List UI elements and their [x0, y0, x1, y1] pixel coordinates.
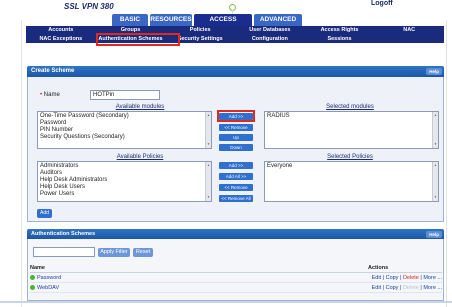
available-modules-list[interactable]: One-Time Password (Secondary) Password P… [37, 111, 212, 149]
row-actions: Edit | Copy | Delete | More ... [371, 275, 442, 281]
highlight-authentication-schemes [96, 33, 180, 46]
list-item[interactable]: Auditors [40, 170, 209, 177]
nav-configuration[interactable]: Configuration [235, 35, 305, 43]
list-item[interactable]: Password [40, 120, 209, 127]
status-ok-icon [30, 285, 35, 291]
help-button[interactable]: Help [426, 230, 442, 238]
more-link[interactable]: More ... [423, 285, 442, 291]
brand-logo: SSL VPN 380 [64, 2, 114, 11]
scrollbar[interactable] [432, 162, 438, 201]
reset-button[interactable]: Reset [133, 248, 153, 257]
frame-left-edge [21, 20, 22, 307]
nav-empty [374, 35, 444, 43]
list-item[interactable]: One-Time Password (Secondary) [40, 113, 209, 120]
selected-policies-list[interactable]: Everyone [264, 161, 439, 202]
list-item[interactable]: Security Questions (Secondary) [40, 134, 209, 141]
tab-access-control[interactable]: ACCESS CONTROL [194, 14, 252, 35]
filter-input[interactable] [33, 247, 95, 257]
nav-nac-exceptions[interactable]: NAC Exceptions [26, 35, 96, 43]
copy-link[interactable]: Copy [386, 275, 399, 281]
move-down-button[interactable]: Down [219, 144, 253, 151]
move-up-button[interactable]: Up [219, 134, 253, 141]
table-header: Name Actions [30, 265, 442, 273]
list-item[interactable]: Help Desk Users [40, 184, 209, 191]
remove-all-policies-button[interactable]: << Remove All [219, 195, 253, 202]
nav-access-rights[interactable]: Access Rights [305, 26, 375, 34]
add-policy-button[interactable]: Add >> [219, 162, 253, 169]
list-item[interactable]: RADIUS [267, 113, 436, 120]
highlight-add-button [217, 110, 255, 122]
sub-navigation: Accounts Groups Policies User Databases … [26, 26, 444, 43]
selected-modules-list[interactable]: RADIUS [264, 111, 439, 149]
apply-filter-button[interactable]: Apply Filter [98, 248, 130, 257]
nav-user-databases[interactable]: User Databases [235, 26, 305, 34]
column-actions: Actions [368, 265, 389, 271]
row-actions: Edit | Copy | Delete | More ... [371, 285, 442, 291]
list-item[interactable]: Everyone [267, 163, 436, 170]
nav-sessions[interactable]: Sessions [305, 35, 375, 43]
edit-link[interactable]: Edit [372, 285, 381, 291]
name-label: • Name [40, 92, 60, 98]
selected-policies-label: Selected Policies [327, 154, 373, 160]
available-policies-list[interactable]: Administrators Auditors Help Desk Admini… [37, 161, 212, 202]
name-field[interactable]: HOTPin [90, 90, 160, 100]
tab-advanced[interactable]: ADVANCED [254, 14, 302, 26]
available-policies-label: Available Policies [116, 154, 164, 160]
add-all-policies-button[interactable]: Add All >> [219, 173, 253, 180]
help-button[interactable]: Help [426, 68, 442, 75]
delete-link[interactable]: Delete [403, 275, 419, 281]
copy-link[interactable]: Copy [386, 285, 399, 291]
create-scheme-title: Create Scheme [31, 68, 75, 74]
create-scheme-header: Create Scheme Help [27, 66, 444, 77]
selected-modules-label: Selected modules [326, 104, 374, 110]
scheme-name-link[interactable]: Password [37, 275, 61, 281]
bottom-edge [0, 301, 452, 303]
list-item[interactable]: Help Desk Administrators [40, 177, 209, 184]
tab-resources[interactable]: RESOURCES [150, 14, 192, 26]
table-row: Password Edit | Copy | Delete | More ... [30, 274, 442, 283]
scrollbar[interactable] [432, 112, 438, 148]
status-ok-icon [30, 275, 35, 281]
available-modules-label: Available modules [115, 104, 165, 110]
nav-accounts[interactable]: Accounts [26, 26, 96, 34]
delete-link-disabled: Delete [402, 285, 419, 291]
remove-module-button[interactable]: << Remove [219, 124, 253, 131]
frame-right-edge [446, 20, 447, 307]
column-name: Name [30, 265, 45, 271]
list-item[interactable]: PIN Number [40, 127, 209, 134]
logoff-link[interactable]: Logoff [371, 0, 393, 7]
schemes-title: Authentication Schemes [31, 231, 96, 237]
remove-policy-button[interactable]: << Remove [219, 184, 253, 191]
scrollbar[interactable] [205, 112, 211, 148]
table-row: WebDAV Edit | Copy | Delete | More ... [30, 284, 442, 293]
scheme-name-link[interactable]: WebDAV [37, 285, 59, 291]
schemes-header: Authentication Schemes Help [27, 229, 444, 239]
list-item[interactable]: Administrators [40, 163, 209, 170]
scrollbar[interactable] [205, 162, 211, 201]
list-item[interactable]: Power Users [40, 191, 209, 198]
tab-basic[interactable]: BASIC [112, 14, 148, 26]
nav-nac[interactable]: NAC [374, 26, 444, 34]
add-scheme-button[interactable]: Add [37, 209, 52, 218]
edit-link[interactable]: Edit [372, 275, 381, 281]
more-link[interactable]: More ... [423, 275, 442, 281]
